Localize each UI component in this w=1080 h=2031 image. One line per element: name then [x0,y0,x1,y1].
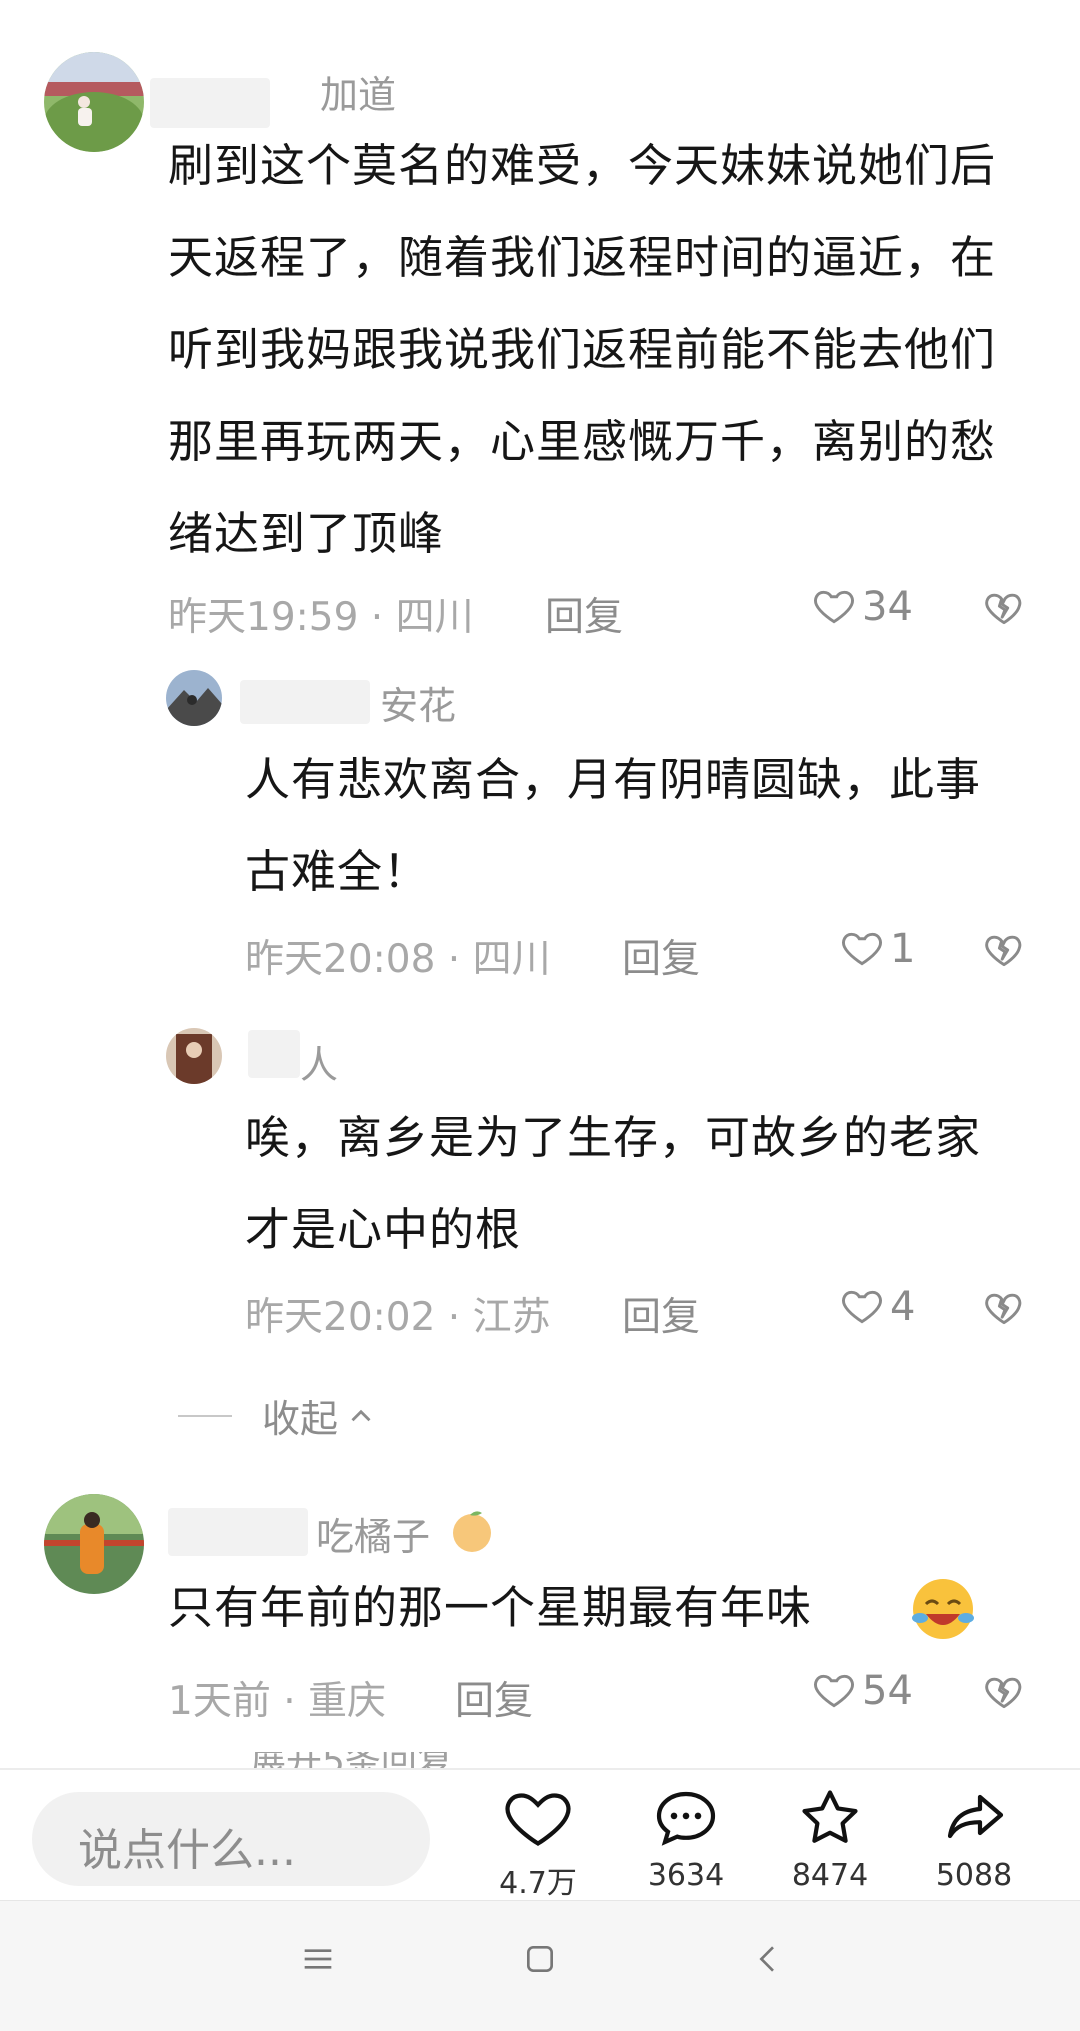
menu-icon [304,1949,332,1969]
comment-text: 只有年前的那一个星期最有年味 [168,1581,813,1634]
heart-icon [505,1793,571,1846]
avatar[interactable] [166,1028,222,1084]
comment-action-button[interactable]: 3634 [616,1782,756,1893]
share-action-button[interactable]: 5088 [904,1782,1044,1893]
share-icon [947,1794,1004,1839]
heart-icon [814,1674,854,1708]
menu-button[interactable] [298,1939,338,1983]
comment-meta: 1天前 · 重庆 [168,1679,387,1724]
like-button[interactable]: 54 [812,1668,913,1714]
like-count: 34 [862,584,913,630]
reply-meta: 昨天20:02 · 江苏 [245,1295,551,1340]
username-mask [168,1508,308,1556]
heart-icon [814,590,854,624]
orange-emoji-icon [453,1511,491,1552]
reply-text: 人有悲欢离合，月有阴晴圆缺，此事古难全！ [245,753,982,898]
broken-heart-icon [985,593,1022,625]
favorite-action-button[interactable]: 8474 [760,1782,900,1893]
reply-button[interactable]: 回复 [622,1286,700,1342]
broken-heart-icon [985,935,1022,967]
like-button[interactable]: 34 [812,584,913,630]
home-button[interactable] [520,1939,560,1983]
comment-text: 刷到这个莫名的难受，今天妹妹说她们后天返程了，随着我们返程时间的逼近，在听到我妈… [168,139,997,560]
expand-replies-button[interactable]: 展开5条回复 [250,1752,530,1768]
broken-heart-icon [985,1293,1022,1325]
reply-button[interactable]: 回复 [545,586,623,642]
heart-icon [842,932,882,966]
chevron-up-icon [351,1409,371,1421]
back-icon [759,1946,774,1972]
back-button[interactable] [748,1939,788,1983]
dislike-button[interactable] [982,586,1026,630]
dislike-button[interactable] [982,1286,1026,1330]
comment-total: 3634 [647,1858,725,1893]
comment-input-placeholder: 说点什么... [78,1825,296,1876]
username-mask [248,1030,300,1078]
heart-icon [842,1290,882,1324]
comment-bubble-icon [656,1791,716,1846]
username[interactable]: 吃橘子 [316,1506,430,1561]
share-total: 5088 [935,1858,1013,1893]
reply-button[interactable]: 回复 [455,1670,533,1726]
comment-input[interactable]: 说点什么... [32,1792,430,1886]
broken-heart-icon [985,1677,1022,1709]
collapse-label: 收起 [262,1397,339,1441]
like-count: 54 [862,1668,913,1714]
reply-text: 唉，离乡是为了生存，可故乡的老家才是心中的根 [245,1111,982,1256]
reply-button[interactable]: 回复 [622,928,700,984]
username-mask [240,680,370,724]
username[interactable]: 人 [300,1034,338,1089]
reply-meta: 昨天20:08 · 四川 [245,937,551,982]
avatar[interactable] [44,1494,144,1594]
avatar[interactable] [44,52,144,152]
collapse-replies-button[interactable]: 收起 [178,1388,378,1443]
dislike-button[interactable] [982,928,1026,972]
like-button[interactable]: 1 [840,926,915,972]
favorite-total: 8474 [791,1858,869,1893]
like-count: 4 [890,1284,916,1330]
username[interactable]: 加道 [320,64,396,119]
username[interactable]: 安花 [380,675,456,730]
divider [178,1414,232,1417]
star-icon [802,1790,858,1843]
like-total: 4.7万 [499,1866,577,1901]
like-count: 1 [890,926,916,972]
avatar[interactable] [166,670,222,726]
comment-meta: 昨天19:59 · 四川 [168,595,474,640]
home-square-icon [527,1946,553,1972]
like-action-button[interactable]: 4.7万 [468,1782,608,1902]
dislike-button[interactable] [982,1670,1026,1714]
like-button[interactable]: 4 [840,1284,915,1330]
bottom-action-bar: 说点什么... 4.7万 3634 8474 5088 [0,1768,1080,1902]
laughing-crying-emoji-icon [912,1579,974,1639]
system-nav-bar [0,1900,1080,2031]
